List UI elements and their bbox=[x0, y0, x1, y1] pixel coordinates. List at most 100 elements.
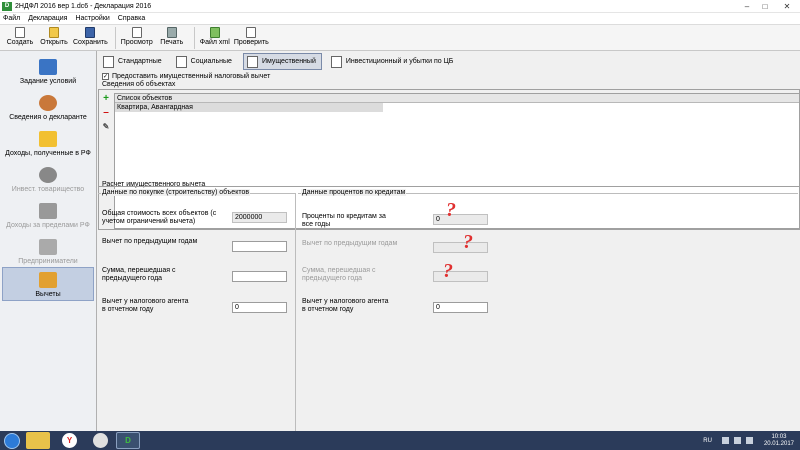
property-deduction-checkbox-row[interactable]: ✓ Предоставить имущественный налоговый в… bbox=[102, 73, 270, 80]
tab-investment[interactable]: Инвестиционный и убытки по ЦБ bbox=[328, 53, 458, 70]
carried-label: Сумма, перешедшая с предыдущего года bbox=[102, 267, 176, 282]
clock-date: 20.01.2017 bbox=[763, 440, 794, 447]
interest-agent-label: Вычет у налогового агента в отчетном год… bbox=[302, 298, 389, 313]
objects-section-label: Сведения об объектах bbox=[102, 81, 176, 88]
maximize-button[interactable]: □ bbox=[756, 0, 774, 13]
sidebar-item-conditions[interactable]: Задание условий bbox=[0, 51, 96, 87]
tab-social[interactable]: Социальные bbox=[173, 53, 237, 70]
agent-deduction-field[interactable]: 0 bbox=[232, 302, 287, 313]
calc-frame: Данные по покупке (строительству) объект… bbox=[98, 186, 800, 432]
window-title: 2НДФЛ 2016 вер 1.dc6 - Декларация 2016 bbox=[15, 2, 152, 10]
volume-icon[interactable] bbox=[745, 437, 753, 444]
deduction-tabs: Стандартные Социальные Имущественный Инв… bbox=[100, 53, 464, 70]
house-icon bbox=[246, 55, 258, 68]
list-item[interactable]: Квартира, Авангардная bbox=[115, 103, 383, 112]
menu-declaration[interactable]: Декларация bbox=[28, 15, 67, 22]
partnership-icon bbox=[39, 167, 57, 183]
title-bar: D 2НДФЛ 2016 вер 1.dc6 - Декларация 2016… bbox=[0, 0, 800, 13]
add-object-button[interactable]: + bbox=[101, 94, 111, 104]
yandex-browser-icon[interactable]: Y bbox=[62, 433, 77, 448]
annotation-question-mark: ? bbox=[463, 231, 473, 253]
prev-years-field[interactable] bbox=[232, 241, 287, 252]
main-panel: Стандартные Социальные Имущественный Инв… bbox=[98, 51, 800, 432]
property-deduction-checkbox[interactable]: ✓ bbox=[102, 73, 109, 80]
save-button[interactable]: Сохранить bbox=[73, 25, 108, 46]
sidebar-item-income-rf[interactable]: Доходы, полученные в РФ bbox=[0, 123, 96, 159]
total-cost-field[interactable]: 2000000 bbox=[232, 212, 287, 223]
open-folder-icon bbox=[49, 27, 59, 38]
annotation-question-mark: ? bbox=[446, 199, 456, 221]
preview-icon bbox=[131, 27, 142, 38]
clock[interactable]: 10:03 20.01.2017 bbox=[764, 434, 794, 448]
purchase-group-label: Данные по покупке (строительству) объект… bbox=[101, 189, 251, 196]
annotation-question-mark: ? bbox=[443, 260, 453, 282]
agent-deduction-label: Вычет у налогового агента в отчетном год… bbox=[102, 298, 189, 313]
edit-object-button[interactable]: ✎ bbox=[101, 122, 111, 132]
chrome-icon[interactable] bbox=[93, 433, 108, 448]
sidebar-item-declarant[interactable]: Сведения о декларанте bbox=[0, 87, 96, 123]
print-button[interactable]: Печать bbox=[157, 25, 187, 46]
window-controls: – □ ✕ bbox=[738, 0, 800, 13]
explorer-taskbar-icon[interactable] bbox=[26, 432, 50, 449]
conditions-icon bbox=[39, 59, 57, 75]
check-button[interactable]: Проверить bbox=[234, 25, 269, 46]
tab-standard[interactable]: Стандартные bbox=[100, 53, 167, 70]
preview-button[interactable]: Просмотр bbox=[121, 25, 153, 46]
toolbar-separator bbox=[114, 27, 116, 49]
interest-agent-field[interactable]: 0 bbox=[433, 302, 488, 313]
xml-file-button[interactable]: Файл xml bbox=[200, 25, 230, 46]
xml-file-icon bbox=[209, 27, 220, 38]
sidebar-item-income-abroad[interactable]: Доходы за пределами РФ bbox=[0, 195, 96, 231]
create-button[interactable]: Создать bbox=[5, 25, 35, 46]
interest-carried-field[interactable] bbox=[433, 271, 488, 282]
toolbar-separator bbox=[193, 27, 195, 49]
start-button[interactable] bbox=[4, 432, 20, 449]
income-folder-icon bbox=[39, 131, 57, 147]
network-icon[interactable] bbox=[733, 437, 741, 444]
close-button[interactable]: ✕ bbox=[774, 0, 800, 13]
language-indicator[interactable]: RU bbox=[703, 438, 712, 444]
sidebar-item-entrepreneurs[interactable]: Предприниматели bbox=[0, 231, 96, 267]
tab-property[interactable]: Имущественный bbox=[242, 53, 322, 70]
save-disk-icon bbox=[85, 27, 96, 38]
interest-group: Данные процентов по кредитам Проценты по… bbox=[298, 189, 798, 432]
carried-field[interactable] bbox=[232, 271, 287, 282]
tray-icon[interactable] bbox=[721, 437, 729, 444]
menu-settings[interactable]: Настройки bbox=[75, 15, 109, 22]
taskbar: Y D RU 10:03 20.01.2017 bbox=[0, 431, 800, 450]
sidebar: Задание условий Сведения о декларанте До… bbox=[0, 51, 97, 431]
menu-bar: Файл Декларация Настройки Справка bbox=[0, 13, 800, 25]
ndfl-app-taskbar-icon[interactable]: D bbox=[116, 432, 140, 449]
interest-all-years-label: Проценты по кредитам за все годы bbox=[302, 213, 386, 228]
interest-all-years-field[interactable]: 0 bbox=[433, 214, 488, 225]
check-document-icon bbox=[246, 27, 257, 38]
interest-group-label: Данные процентов по кредитам bbox=[301, 189, 407, 196]
deductions-icon bbox=[39, 272, 57, 288]
system-tray: RU 10:03 20.01.2017 bbox=[703, 431, 794, 450]
prev-years-label: Вычет по предыдущим годам bbox=[102, 238, 198, 245]
sidebar-item-deductions[interactable]: Вычеты bbox=[2, 267, 94, 301]
purchase-group: Данные по покупке (строительству) объект… bbox=[98, 189, 296, 432]
open-button[interactable]: Открыть bbox=[39, 25, 69, 46]
delete-object-button[interactable]: – bbox=[101, 108, 111, 118]
interest-prev-years-field[interactable] bbox=[433, 242, 488, 253]
menu-help[interactable]: Справка bbox=[118, 15, 145, 22]
sidebar-item-invest-partnership[interactable]: Инвест. товарищество bbox=[0, 159, 96, 195]
objects-actions: + – ✎ bbox=[101, 94, 113, 136]
abroad-icon bbox=[39, 203, 57, 219]
interest-prev-years-label: Вычет по предыдущим годам bbox=[302, 240, 398, 247]
new-document-icon bbox=[15, 27, 25, 38]
toolbar: Создать Открыть Сохранить Просмотр Печат… bbox=[0, 25, 800, 51]
minimize-button[interactable]: – bbox=[738, 0, 756, 13]
standard-tab-icon bbox=[103, 55, 114, 68]
objects-list-header: Список объектов bbox=[115, 94, 799, 103]
social-tab-icon bbox=[175, 55, 187, 68]
clock-time: 10:03 bbox=[771, 433, 787, 440]
menu-file[interactable]: Файл bbox=[3, 15, 20, 22]
printer-icon bbox=[166, 27, 177, 38]
entrepreneur-icon bbox=[39, 239, 57, 255]
interest-carried-label: Сумма, перешедшая с предыдущего года bbox=[302, 267, 376, 282]
property-deduction-checkbox-label: Предоставить имущественный налоговый выч… bbox=[112, 73, 271, 80]
total-cost-label: Общая стоимость всех объектов (с учетом … bbox=[102, 210, 217, 225]
app-icon: D bbox=[2, 1, 12, 11]
